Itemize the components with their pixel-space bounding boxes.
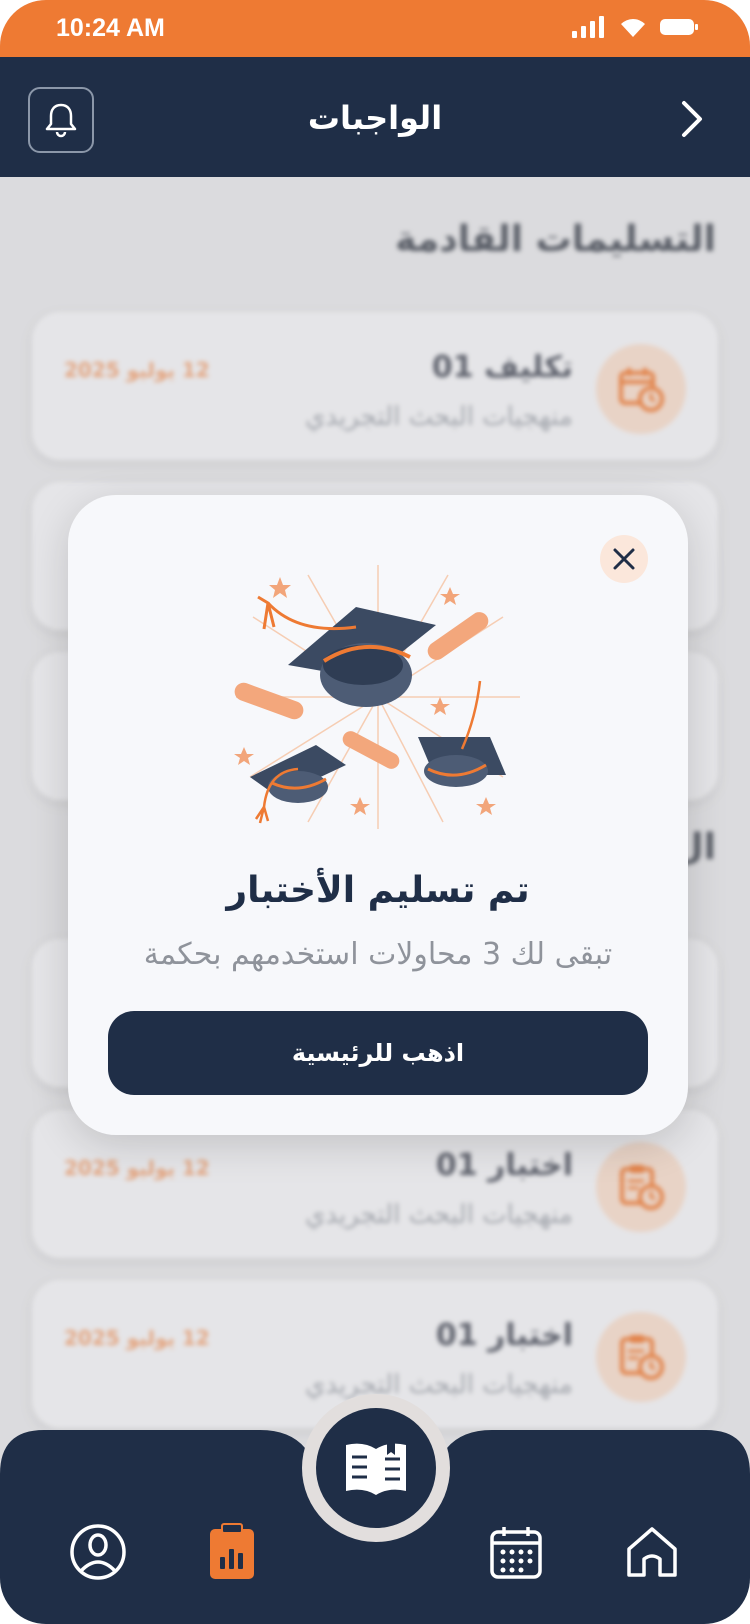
book-icon [346,1443,406,1495]
phone-screen: 10:24 AM الواجبات التسليمات القادمة تكلي… [0,0,750,1624]
nav-calendar[interactable] [486,1522,546,1582]
nav-home[interactable] [622,1522,682,1582]
back-chevron-icon[interactable] [676,99,708,139]
home-icon [627,1527,677,1577]
calendar-icon [490,1527,542,1579]
profile-icon [70,1524,126,1580]
status-time: 10:24 AM [56,14,165,42]
close-button[interactable] [600,535,648,583]
center-book-button[interactable] [316,1408,436,1528]
wifi-icon [621,19,645,37]
signal-icon [572,16,604,38]
status-icons [572,16,698,38]
modal-subtitle: تبقى لك 3 محاولات استخدمهم بحكمة [143,937,613,972]
app-header: الواجبات [0,57,750,177]
go-home-button[interactable]: اذهب للرئيسية [108,1011,648,1095]
battery-icon [660,19,698,35]
page-title: الواجبات [307,99,443,137]
submission-success-modal: تم تسليم الأختبار تبقى لك 3 محاولات استخ… [68,495,688,1135]
modal-title: تم تسليم الأختبار [226,870,530,911]
bottom-nav [0,1400,750,1624]
close-icon [613,548,635,570]
nav-profile[interactable] [68,1522,128,1582]
nav-reports[interactable] [202,1522,262,1582]
status-bar: 10:24 AM [0,0,750,57]
graduation-caps-illustration [234,565,520,829]
reports-icon [210,1523,254,1579]
